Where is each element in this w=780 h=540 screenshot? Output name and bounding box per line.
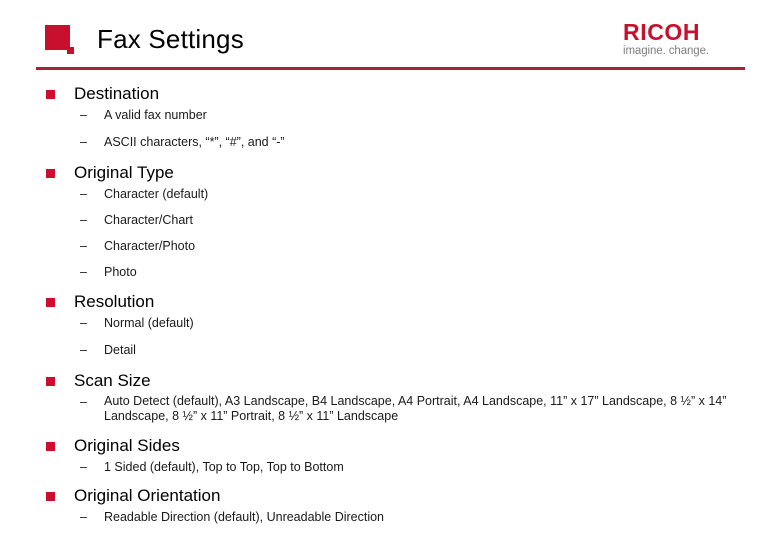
- dash-bullet-icon: –: [80, 343, 87, 357]
- section-heading-label: Destination: [74, 84, 160, 103]
- ricoh-square-mark-icon: [45, 25, 75, 55]
- section-heading: Original Orientation: [46, 484, 780, 508]
- section-heading-label: Scan Size: [74, 371, 151, 390]
- title-divider: [36, 67, 745, 70]
- list-item-label: Photo: [104, 265, 137, 279]
- section-heading-label: Original Sides: [74, 436, 180, 455]
- list-item-label: Readable Direction (default), Unreadable…: [104, 510, 385, 524]
- list-item-label: Character (default): [104, 187, 209, 201]
- square-bullet-icon: [46, 169, 55, 178]
- list-item-label: Normal (default): [104, 316, 194, 330]
- section-heading: Resolution: [46, 290, 780, 314]
- list-item: – Character (default): [46, 186, 780, 202]
- square-bullet-icon: [46, 90, 55, 99]
- section-resolution: Resolution – Normal (default) – Detail: [0, 290, 780, 358]
- slide-header: Fax Settings RICOH imagine. change.: [0, 0, 780, 72]
- list-item: – Photo: [46, 264, 780, 280]
- square-bullet-icon: [46, 298, 55, 307]
- dash-bullet-icon: –: [80, 135, 87, 149]
- dash-bullet-icon: –: [80, 460, 87, 474]
- dash-bullet-icon: –: [80, 395, 87, 409]
- square-bullet-icon: [46, 492, 55, 501]
- list-item: – Character/Photo: [46, 238, 780, 254]
- list-item-label: 1 Sided (default), Top to Top, Top to Bo…: [104, 460, 344, 474]
- section-item-list: – A valid fax number – ASCII characters,…: [46, 107, 780, 150]
- list-item-label: Auto Detect (default), A3 Landscape, B4 …: [104, 394, 727, 423]
- list-item-label: Character/Photo: [104, 239, 196, 253]
- section-heading: Scan Size: [46, 369, 780, 393]
- section-item-list: – Normal (default) – Detail: [46, 315, 780, 358]
- list-item: – Detail: [46, 342, 780, 358]
- square-bullet-icon: [46, 377, 55, 386]
- list-item-label: Detail: [104, 343, 136, 357]
- section-original-sides: Original Sides – 1 Sided (default), Top …: [0, 434, 780, 475]
- section-item-list: – Readable Direction (default), Unreadab…: [46, 509, 780, 525]
- section-item-list: – Character (default) – Character/Chart …: [46, 186, 780, 280]
- section-heading-label: Resolution: [74, 292, 155, 311]
- section-item-list: – Auto Detect (default), A3 Landscape, B…: [46, 394, 780, 424]
- section-original-type: Original Type – Character (default) – Ch…: [0, 161, 780, 280]
- list-item: – Auto Detect (default), A3 Landscape, B…: [46, 394, 780, 424]
- section-heading: Destination: [46, 82, 780, 106]
- list-item: – A valid fax number: [46, 107, 780, 123]
- section-destination: Destination – A valid fax number – ASCII…: [0, 82, 780, 150]
- list-item: – 1 Sided (default), Top to Top, Top to …: [46, 459, 780, 475]
- section-item-list: – 1 Sided (default), Top to Top, Top to …: [46, 459, 780, 475]
- list-item: – Character/Chart: [46, 212, 780, 228]
- ricoh-logo: RICOH imagine. change.: [623, 20, 745, 59]
- section-scan-size: Scan Size – Auto Detect (default), A3 La…: [0, 369, 780, 424]
- section-heading-label: Original Orientation: [74, 486, 221, 505]
- dash-bullet-icon: –: [80, 213, 87, 227]
- dash-bullet-icon: –: [80, 187, 87, 201]
- page-title: Fax Settings: [97, 24, 244, 54]
- dash-bullet-icon: –: [80, 239, 87, 253]
- ricoh-wordmark: RICOH: [623, 19, 701, 45]
- slide: Fax Settings RICOH imagine. change. Dest…: [0, 0, 780, 540]
- list-item: – ASCII characters, “*”, “#”, and “-”: [46, 134, 780, 150]
- section-original-orientation: Original Orientation – Readable Directio…: [0, 484, 780, 525]
- dash-bullet-icon: –: [80, 265, 87, 279]
- section-heading: Original Sides: [46, 434, 780, 458]
- list-item-label: A valid fax number: [104, 108, 207, 122]
- slide-body: Destination – A valid fax number – ASCII…: [0, 76, 780, 534]
- section-heading: Original Type: [46, 161, 780, 185]
- dash-bullet-icon: –: [80, 108, 87, 122]
- section-heading-label: Original Type: [74, 163, 174, 182]
- list-item: – Readable Direction (default), Unreadab…: [46, 509, 780, 525]
- list-item-label: ASCII characters, “*”, “#”, and “-”: [104, 135, 285, 149]
- list-item-label: Character/Chart: [104, 213, 193, 227]
- dash-bullet-icon: –: [80, 316, 87, 330]
- logo-square-small: [67, 47, 74, 54]
- dash-bullet-icon: –: [80, 510, 87, 524]
- square-bullet-icon: [46, 442, 55, 451]
- list-item: – Normal (default): [46, 315, 780, 331]
- ricoh-tagline: imagine. change.: [623, 45, 709, 57]
